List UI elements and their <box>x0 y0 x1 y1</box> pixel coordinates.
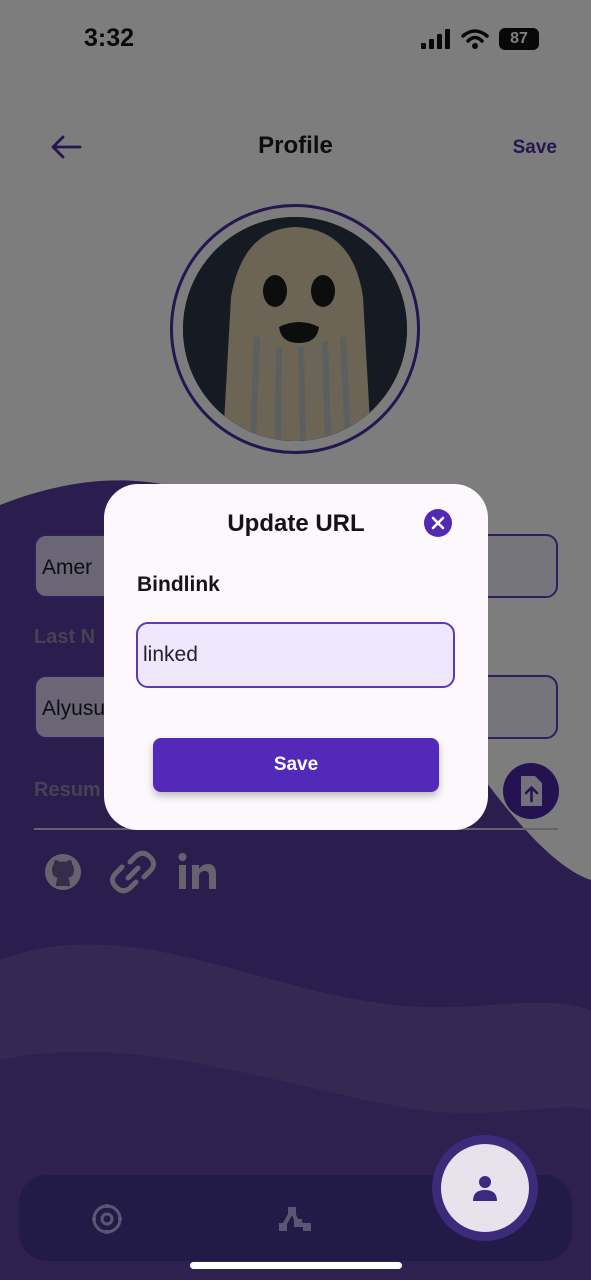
settings-icon[interactable] <box>90 1202 124 1236</box>
nav-profile-button[interactable] <box>441 1144 529 1232</box>
bindlink-label: Bindlink <box>137 573 220 596</box>
bindlink-input[interactable] <box>136 622 455 688</box>
update-url-dialog: Update URL Bindlink Save <box>104 484 488 830</box>
person-icon <box>473 1176 497 1201</box>
close-button[interactable] <box>424 509 452 537</box>
dialog-save-button[interactable]: Save <box>153 738 439 792</box>
home-indicator <box>190 1262 402 1269</box>
network-icon[interactable] <box>278 1203 312 1233</box>
close-icon <box>431 516 445 530</box>
profile-screen: 3:32 87 Profile Save <box>0 0 591 1280</box>
